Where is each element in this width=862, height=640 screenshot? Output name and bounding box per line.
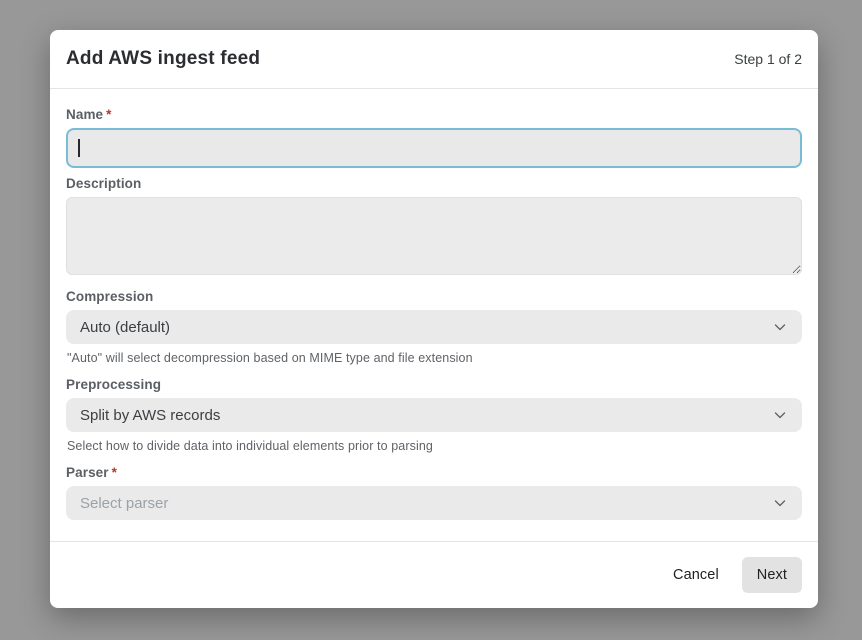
chevron-down-icon: [772, 407, 788, 423]
required-asterisk: *: [112, 465, 117, 480]
preprocessing-select[interactable]: Split by AWS records: [66, 398, 802, 432]
name-label: Name *: [66, 107, 802, 122]
cancel-button[interactable]: Cancel: [669, 559, 723, 591]
description-textarea[interactable]: [66, 197, 802, 275]
preprocessing-label-text: Preprocessing: [66, 377, 161, 392]
parser-placeholder: Select parser: [80, 495, 168, 512]
preprocessing-selected-value: Split by AWS records: [80, 407, 220, 424]
dialog-body: Name * Description Compression Auto (def…: [50, 89, 818, 541]
step-indicator: Step 1 of 2: [734, 51, 802, 67]
description-label: Description: [66, 176, 802, 191]
chevron-down-icon: [772, 495, 788, 511]
name-input[interactable]: [68, 130, 800, 166]
description-label-text: Description: [66, 176, 141, 191]
add-aws-ingest-feed-dialog: Add AWS ingest feed Step 1 of 2 Name * D…: [50, 30, 818, 608]
required-asterisk: *: [106, 107, 111, 122]
compression-select[interactable]: Auto (default): [66, 310, 802, 344]
preprocessing-helper-text: Select how to divide data into individua…: [67, 439, 801, 453]
name-label-text: Name: [66, 107, 103, 122]
name-input-wrap: [66, 128, 802, 168]
dialog-header: Add AWS ingest feed Step 1 of 2: [50, 30, 818, 89]
text-caret: [78, 139, 80, 157]
parser-label: Parser *: [66, 465, 802, 480]
parser-label-text: Parser: [66, 465, 109, 480]
dialog-footer: Cancel Next: [50, 541, 818, 608]
preprocessing-label: Preprocessing: [66, 377, 802, 392]
dialog-title: Add AWS ingest feed: [66, 48, 260, 70]
compression-helper-text: "Auto" will select decompression based o…: [67, 351, 801, 365]
compression-label: Compression: [66, 289, 802, 304]
next-button[interactable]: Next: [742, 557, 802, 593]
parser-select[interactable]: Select parser: [66, 486, 802, 520]
compression-selected-value: Auto (default): [80, 319, 170, 336]
chevron-down-icon: [772, 319, 788, 335]
compression-label-text: Compression: [66, 289, 153, 304]
